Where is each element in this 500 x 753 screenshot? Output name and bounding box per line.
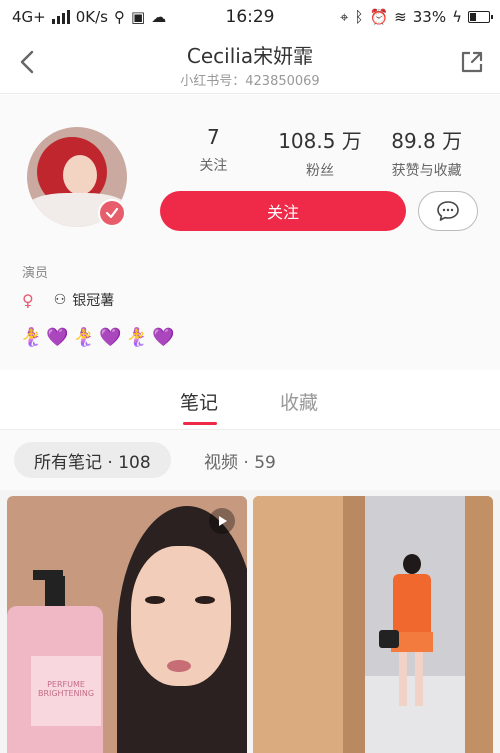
card-photo-bag — [379, 630, 399, 648]
level-badge-label: 银冠薯 — [72, 293, 115, 309]
filter-videos[interactable]: 视频 · 59 — [204, 448, 276, 473]
wifi-icon: ≋ — [394, 8, 407, 26]
profile-name: Cecilia宋妍霏 — [186, 44, 314, 68]
purple-heart-icon: 💜 — [152, 327, 175, 348]
stat-label: 获赞与收藏 — [391, 163, 462, 179]
location-icon: ⌖ — [340, 8, 349, 26]
bluetooth-icon: ᛒ — [354, 8, 364, 26]
stat-label: 关注 — [199, 158, 228, 174]
female-icon: ♀ — [22, 290, 34, 310]
stat-value: 89.8 万 — [391, 129, 463, 153]
status-bar: 4G+ 0K/s ⚲ ▣ ☁ 16:29 ⌖ ᛒ ⏰ ≋ 33% ϟ — [0, 0, 500, 34]
mermaid-icon: 🧜‍♀️ — [20, 327, 43, 348]
stat-likes-collections[interactable]: 89.8 万 获赞与收藏 — [373, 125, 480, 180]
charging-icon: ϟ — [452, 8, 462, 26]
tab-collections[interactable]: 收藏 — [280, 388, 318, 415]
product-label: PERFUME BRIGHTENING — [31, 656, 101, 726]
filter-all-notes[interactable]: 所有笔记 · 108 — [14, 442, 171, 478]
profile-header: Cecilia宋妍霏 小红书号：423850069 — [0, 34, 500, 94]
alarm-icon: ⏰ — [369, 8, 389, 26]
medal-icon: ⚇ — [53, 292, 67, 308]
stats-row: 7 关注 108.5 万 粉丝 89.8 万 获赞与收藏 — [160, 125, 480, 180]
card-photo-leg — [399, 652, 407, 706]
profile-section: 7 关注 108.5 万 粉丝 89.8 万 获赞与收藏 关注 演员 ♀ ⚇ 银… — [0, 95, 500, 370]
notes-grid: PERFUME BRIGHTENING — [0, 490, 500, 753]
stat-following[interactable]: 7 关注 — [160, 125, 267, 180]
video-play-icon — [209, 508, 235, 534]
purple-heart-icon: 💜 — [46, 327, 69, 348]
battery-percent: 33% — [412, 8, 447, 26]
note-card[interactable] — [253, 496, 493, 753]
follow-button[interactable]: 关注 — [160, 191, 406, 231]
card-photo-lips — [167, 660, 191, 672]
card-photo-leg — [415, 652, 423, 706]
stat-followers[interactable]: 108.5 万 粉丝 — [267, 125, 374, 180]
mermaid-icon: 🧜‍♀️ — [72, 327, 96, 348]
bio-emoji-line: 🧜‍♀️ 💜 🧜‍♀️ 💜 🧜‍♀️ 💜 — [20, 327, 175, 348]
note-card[interactable]: PERFUME BRIGHTENING — [7, 496, 247, 753]
active-tab-indicator — [183, 422, 217, 425]
occupation-label: 演员 — [22, 266, 49, 281]
battery-icon — [468, 11, 493, 23]
profile-tags: ♀ ⚇ 银冠薯 — [22, 290, 114, 310]
card-photo-wall — [253, 496, 343, 753]
purple-heart-icon: 💜 — [99, 327, 122, 348]
card-photo-outfit — [393, 574, 431, 634]
card-photo-eye — [145, 596, 165, 604]
mermaid-icon: 🧜‍♀️ — [125, 327, 149, 348]
stat-label: 粉丝 — [306, 163, 334, 179]
note-filters: 所有笔记 · 108 视频 · 59 — [0, 430, 500, 490]
message-icon — [437, 201, 459, 221]
bottle-neck — [45, 576, 65, 610]
card-photo-head — [403, 554, 421, 574]
content-tabs: 笔记 收藏 — [0, 372, 500, 430]
level-badge[interactable]: ⚇ 银冠薯 — [54, 290, 115, 310]
stat-value: 108.5 万 — [278, 129, 362, 153]
verified-badge-icon — [98, 199, 126, 227]
share-icon[interactable] — [458, 48, 486, 76]
status-right: ⌖ ᛒ ⏰ ≋ 33% ϟ — [340, 8, 493, 26]
message-button[interactable] — [418, 191, 478, 231]
stat-value: 7 — [206, 125, 220, 149]
avatar-face — [63, 155, 97, 195]
profile-id: 小红书号：423850069 — [180, 74, 320, 89]
tab-notes[interactable]: 笔记 — [180, 388, 218, 415]
card-photo-eye — [195, 596, 215, 604]
